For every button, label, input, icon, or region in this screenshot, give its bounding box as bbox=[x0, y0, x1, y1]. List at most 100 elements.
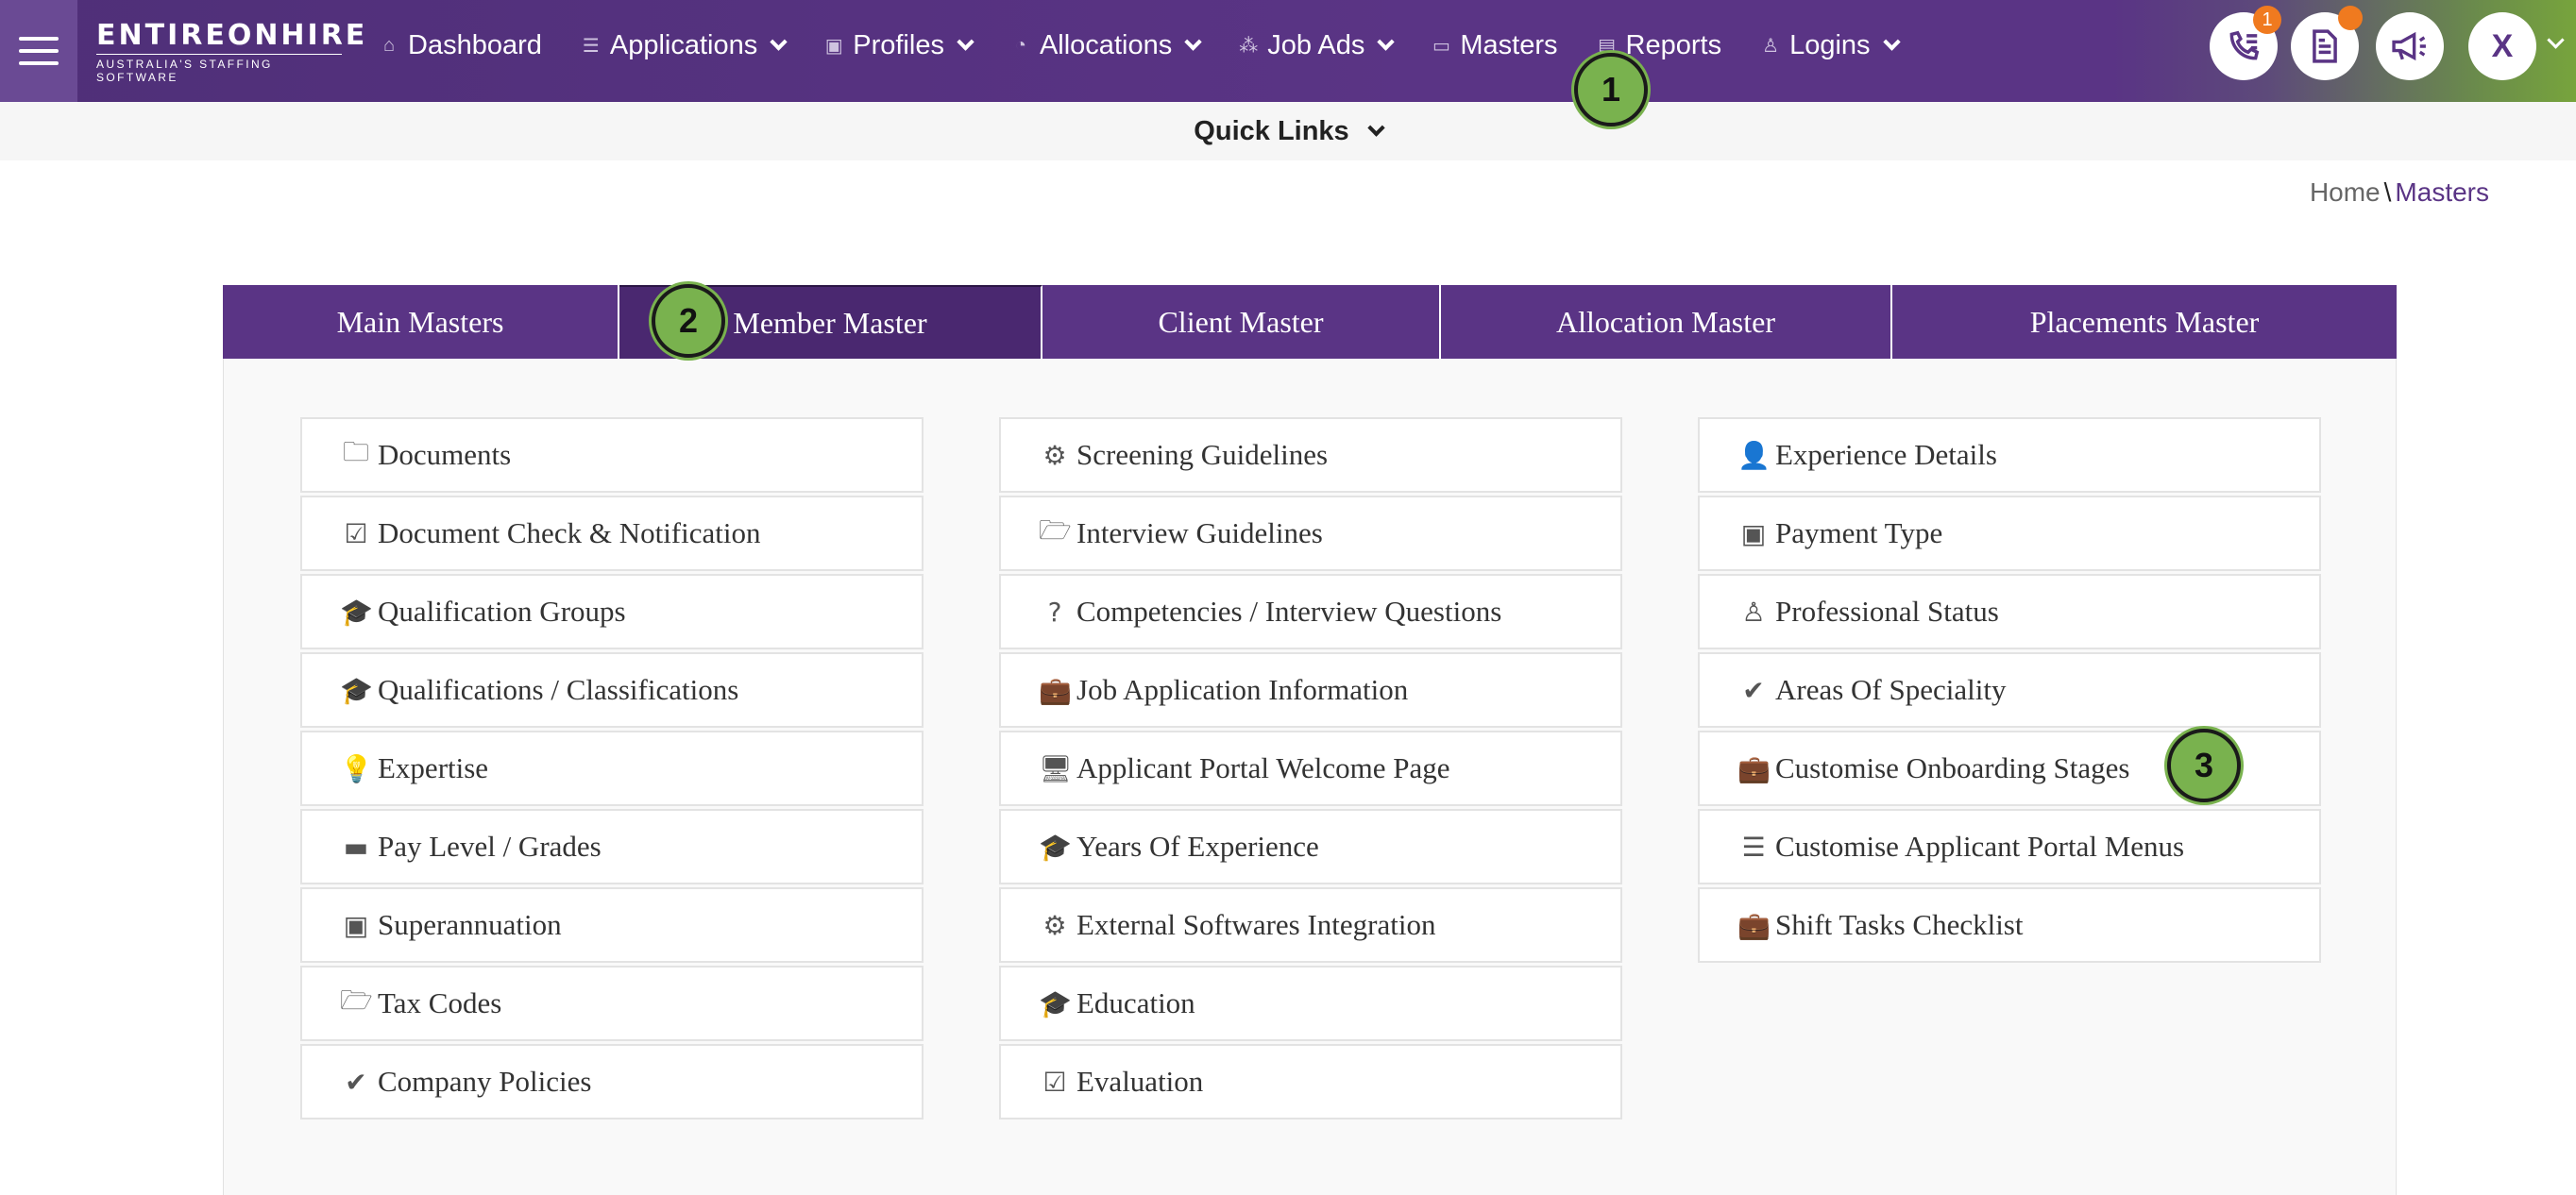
master-item-label: Customise Applicant Portal Menus bbox=[1775, 830, 2185, 863]
nav-item-masters[interactable]: ▭ Masters bbox=[1430, 30, 1558, 61]
master-item-areas-of-speciality[interactable]: ✔ Areas Of Speciality bbox=[1698, 652, 2321, 728]
profile-icon: ▣ bbox=[824, 35, 843, 57]
user-outline-icon: ♙ bbox=[1741, 596, 1766, 628]
user-icon: 👤 bbox=[1737, 439, 1771, 471]
tab-allocation-master[interactable]: Allocation Master bbox=[1441, 285, 1892, 359]
master-item-payment-type[interactable]: ▣ Payment Type bbox=[1698, 496, 2321, 571]
master-item-label: Interview Guidelines bbox=[1076, 516, 1323, 549]
megaphone-icon bbox=[2392, 31, 2426, 61]
tab-placements-master[interactable]: Placements Master bbox=[1892, 285, 2397, 359]
master-item-label: Customise Onboarding Stages bbox=[1775, 751, 2130, 784]
chevron-down-icon bbox=[957, 32, 974, 51]
graduation-cap-icon: 🎓 bbox=[340, 674, 373, 706]
nav-item-logins[interactable]: ♙ Logins bbox=[1759, 30, 1901, 61]
nav-item-label: Reports bbox=[1625, 29, 1722, 60]
master-item-shift-tasks-checklist[interactable]: 💼 Shift Tasks Checklist bbox=[1698, 887, 2321, 963]
folder-open-icon: 🗁 bbox=[1039, 514, 1072, 546]
master-item-label: Expertise bbox=[378, 751, 489, 784]
master-item-document-check-notification[interactable]: ☑ Document Check & Notification bbox=[300, 496, 924, 571]
chevron-down-icon[interactable] bbox=[2547, 31, 2565, 49]
breadcrumb: Home \ Masters bbox=[2310, 177, 2489, 208]
master-item-label: Superannuation bbox=[378, 908, 562, 941]
hamburger-menu-icon[interactable] bbox=[0, 0, 77, 102]
master-item-label: Payment Type bbox=[1775, 516, 1943, 549]
nav-item-allocations[interactable]: ◔ Allocations bbox=[1009, 30, 1202, 61]
master-item-label: Experience Details bbox=[1775, 438, 1997, 471]
nav-item-label: Applications bbox=[609, 29, 758, 60]
master-item-label: Education bbox=[1076, 986, 1195, 1019]
briefcase-icon: 💼 bbox=[1737, 752, 1771, 784]
master-item-professional-status[interactable]: ♙ Professional Status bbox=[1698, 574, 2321, 649]
folder-open-icon: 🗁 bbox=[340, 985, 373, 1016]
master-item-label: Shift Tasks Checklist bbox=[1775, 908, 2024, 941]
master-item-qualification-groups[interactable]: 🎓 Qualification Groups bbox=[300, 574, 924, 649]
brand-logo[interactable]: ENTIREONHIRE AUSTRALIA'S STAFFING SOFTWA… bbox=[96, 21, 364, 84]
master-item-company-policies[interactable]: ✔ Company Policies bbox=[300, 1044, 924, 1119]
nav-item-label: Dashboard bbox=[408, 29, 542, 60]
master-item-screening-guidelines[interactable]: ⚙ Screening Guidelines bbox=[999, 417, 1622, 493]
documents-button[interactable] bbox=[2291, 6, 2363, 80]
nav-item-label: Job Ads bbox=[1267, 29, 1365, 60]
graduation-cap-icon: 🎓 bbox=[1039, 831, 1072, 863]
announcements-button[interactable] bbox=[2376, 12, 2444, 80]
master-item-pay-level-grades[interactable]: ▬ Pay Level / Grades bbox=[300, 809, 924, 884]
master-item-label: Documents bbox=[378, 438, 512, 471]
breadcrumb-home-link[interactable]: Home bbox=[2310, 177, 2381, 207]
folder-icon: 🗀 bbox=[342, 436, 369, 467]
master-item-customise-applicant-portal-menus[interactable]: ☰ Customise Applicant Portal Menus bbox=[1698, 809, 2321, 884]
question-circle-icon: ? bbox=[1047, 596, 1062, 628]
nav-item-job-ads[interactable]: ⁂ Job Ads bbox=[1237, 29, 1396, 61]
nav-item-dashboard[interactable]: ⌂ Dashboard bbox=[378, 30, 542, 61]
master-item-label: Years Of Experience bbox=[1076, 830, 1319, 863]
master-item-label: Screening Guidelines bbox=[1076, 438, 1329, 471]
tab-main-masters[interactable]: Main Masters bbox=[223, 285, 619, 359]
chevron-down-icon bbox=[1882, 32, 1901, 51]
breadcrumb-separator: \ bbox=[2383, 177, 2392, 207]
check-square-icon: ☑ bbox=[1042, 1066, 1067, 1098]
master-item-expertise[interactable]: 💡 Expertise bbox=[300, 731, 924, 806]
bars-icon: ☰ bbox=[1741, 831, 1766, 863]
master-item-label: Document Check & Notification bbox=[378, 516, 761, 549]
master-item-tax-codes[interactable]: 🗁 Tax Codes bbox=[300, 966, 924, 1041]
masters-column-3: 👤 Experience Details ▣ Payment Type ♙ Profess… bbox=[1698, 417, 2321, 966]
nav-item-profiles[interactable]: ▣ Profiles bbox=[822, 29, 974, 61]
gears-icon: ⚙ bbox=[1042, 439, 1067, 471]
master-item-superannuation[interactable]: ▣ Superannuation bbox=[300, 887, 924, 963]
user-icon: ♙ bbox=[1762, 35, 1780, 57]
quick-links-label: Quick Links bbox=[1194, 115, 1349, 146]
call-list-button[interactable]: 1 bbox=[2210, 6, 2281, 80]
master-item-experience-details[interactable]: 👤 Experience Details bbox=[1698, 417, 2321, 493]
quick-links-toggle[interactable]: Quick Links bbox=[1194, 115, 1385, 147]
check-circle-icon: ✔ bbox=[345, 1066, 367, 1098]
step-marker-1: 1 bbox=[1574, 53, 1648, 126]
master-item-label: Qualifications / Classifications bbox=[378, 673, 739, 706]
master-item-education[interactable]: 🎓 Education bbox=[999, 966, 1622, 1041]
master-item-job-application-information[interactable]: 💼 Job Application Information bbox=[999, 652, 1622, 728]
check-icon: ✔ bbox=[1742, 674, 1765, 706]
master-item-label: Job Application Information bbox=[1076, 673, 1409, 706]
nav-item-label: Profiles bbox=[853, 29, 944, 60]
master-item-label: Professional Status bbox=[1775, 595, 1999, 628]
brand-tagline: AUSTRALIA'S STAFFING SOFTWARE bbox=[96, 54, 342, 84]
tab-client-master[interactable]: Client Master bbox=[1042, 285, 1441, 359]
credit-card-icon: ▬ bbox=[343, 831, 369, 863]
master-item-evaluation[interactable]: ☑ Evaluation bbox=[999, 1044, 1622, 1119]
master-item-qualifications-classifications[interactable]: 🎓 Qualifications / Classifications bbox=[300, 652, 924, 728]
master-item-applicant-portal-welcome-page[interactable]: 🖥 Applicant Portal Welcome Page bbox=[999, 731, 1622, 806]
step-marker-2: 2 bbox=[652, 284, 725, 358]
nav-item-applications[interactable]: ☰ Applications bbox=[580, 29, 788, 61]
master-item-competencies-interview-questions[interactable]: ? Competencies / Interview Questions bbox=[999, 574, 1622, 649]
user-avatar-button[interactable]: X bbox=[2468, 12, 2536, 80]
document-icon bbox=[2313, 29, 2337, 63]
master-item-years-of-experience[interactable]: 🎓 Years Of Experience bbox=[999, 809, 1622, 884]
master-item-label: Qualification Groups bbox=[378, 595, 626, 628]
graduation-cap-icon: 🎓 bbox=[1039, 987, 1072, 1019]
master-item-external-softwares-integration[interactable]: ⚙ External Softwares Integration bbox=[999, 887, 1622, 963]
master-item-interview-guidelines[interactable]: 🗁 Interview Guidelines bbox=[999, 496, 1622, 571]
master-item-label: External Softwares Integration bbox=[1076, 908, 1436, 941]
master-item-documents[interactable]: 🗀 Documents bbox=[300, 417, 924, 493]
desktop-icon: 🖥 bbox=[1039, 752, 1073, 784]
master-item-label: Areas Of Speciality bbox=[1775, 673, 2007, 706]
pie-icon: ◔ bbox=[1014, 34, 1026, 56]
top-navbar: ENTIREONHIRE AUSTRALIA'S STAFFING SOFTWA… bbox=[0, 0, 2576, 102]
